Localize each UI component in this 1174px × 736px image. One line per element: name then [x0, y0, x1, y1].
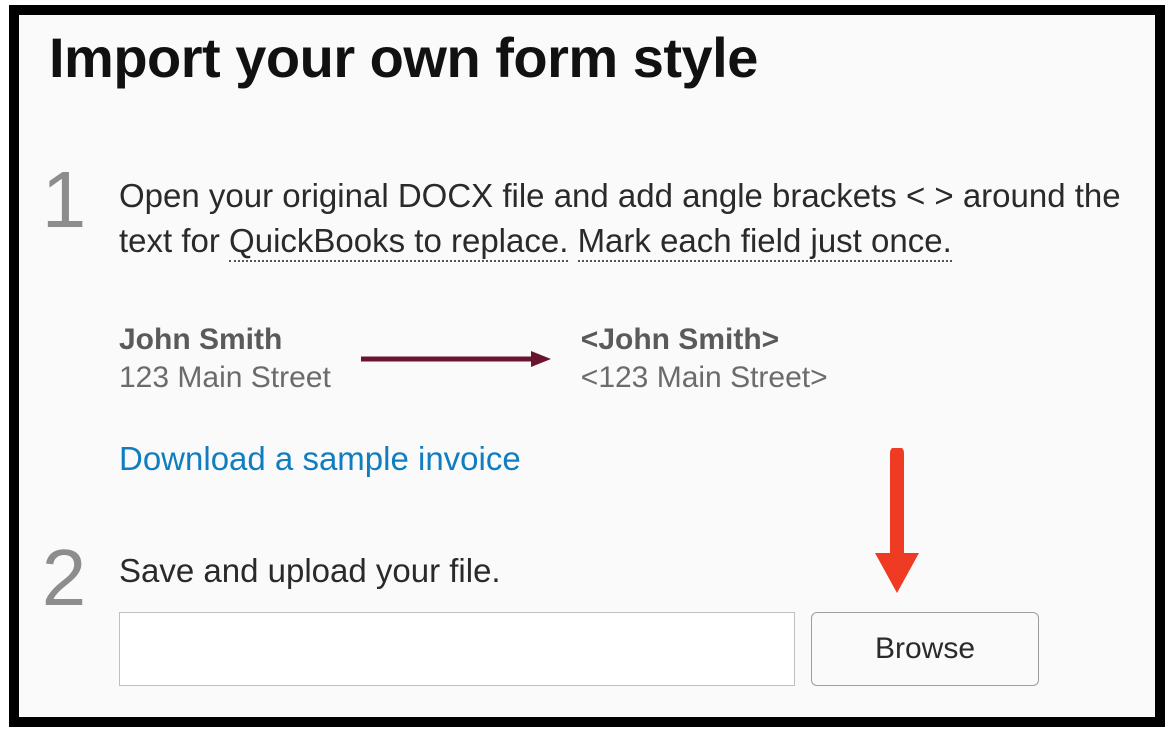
- upload-row: Browse: [119, 612, 1125, 686]
- browse-button[interactable]: Browse: [811, 612, 1039, 686]
- example-after: <John Smith> <123 Main Street>: [581, 323, 828, 395]
- step-1: 1 Open your original DOCX file and add a…: [39, 170, 1125, 478]
- import-form-dialog: Import your own form style 1 Open your o…: [9, 5, 1165, 727]
- step-1-space: [568, 222, 577, 259]
- example-before-addr: 123 Main Street: [119, 361, 331, 395]
- step-1-dotted-1: QuickBooks to replace.: [229, 222, 568, 262]
- steps-container: 1 Open your original DOCX file and add a…: [19, 170, 1155, 686]
- download-sample-link[interactable]: Download a sample invoice: [119, 440, 521, 478]
- step-number-1: 1: [39, 170, 89, 230]
- example-after-name: <John Smith>: [581, 323, 828, 357]
- step-2-body: Save and upload your file. Browse: [119, 548, 1125, 686]
- step-1-body: Open your original DOCX file and add ang…: [119, 170, 1125, 478]
- step-number-2: 2: [39, 548, 89, 608]
- step-1-dotted-2: Mark each field just once.: [578, 222, 952, 262]
- step-1-instruction: Open your original DOCX file and add ang…: [119, 174, 1125, 263]
- example-before: John Smith 123 Main Street: [119, 323, 331, 395]
- example-before-name: John Smith: [119, 323, 331, 357]
- step-2-instruction: Save and upload your file.: [119, 552, 1125, 590]
- step-2: 2 Save and upload your file. Browse: [39, 548, 1125, 686]
- page-title: Import your own form style: [19, 25, 1155, 90]
- bracket-example: John Smith 123 Main Street <John Smith> …: [119, 323, 1125, 395]
- file-path-input[interactable]: [119, 612, 795, 686]
- arrow-right-icon: [361, 339, 551, 379]
- example-after-addr: <123 Main Street>: [581, 361, 828, 395]
